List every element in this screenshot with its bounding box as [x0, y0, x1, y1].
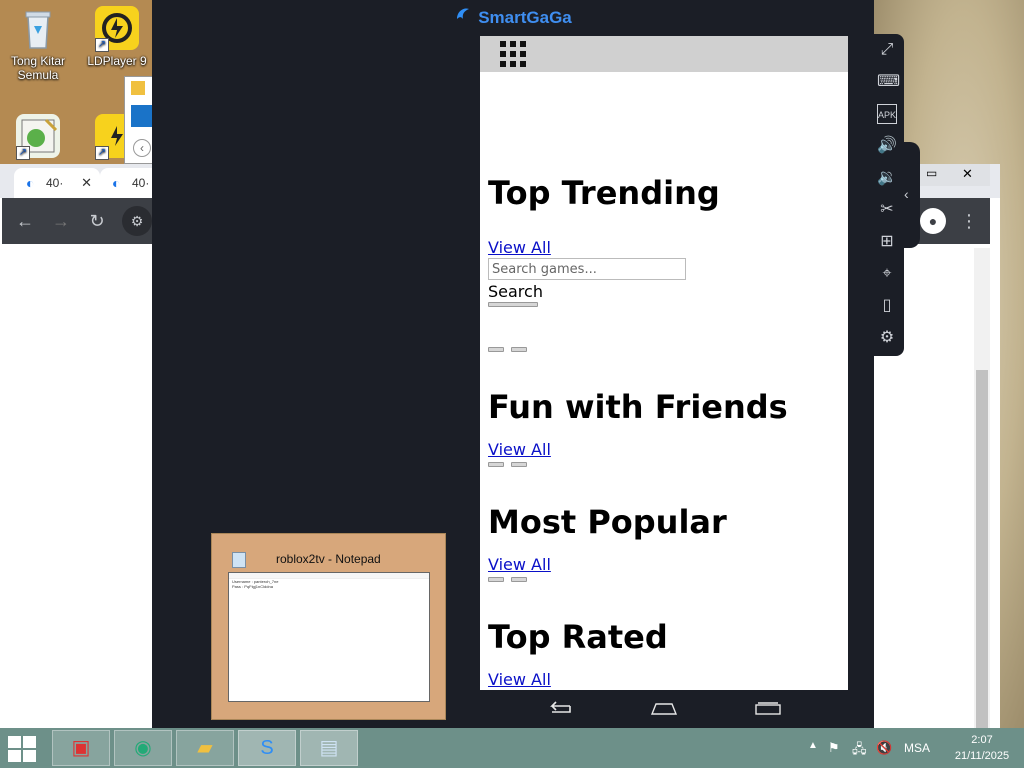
window-controls: ▭ ✕: [916, 164, 990, 186]
notepad-line: Pass : PqFtgj1nClddna: [232, 584, 273, 589]
shortcut-arrow-icon: ↗: [95, 146, 109, 160]
carousel-control[interactable]: [488, 302, 538, 307]
keyboard-icon[interactable]: ⌨: [877, 72, 900, 92]
back-icon[interactable]: ←: [14, 210, 36, 232]
carousel-prev-button[interactable]: [488, 347, 504, 352]
section-title-top-trending: Top Trending: [488, 174, 720, 212]
browser-globe-icon: ◉: [134, 737, 152, 759]
smartgaga-logo-icon: [454, 0, 472, 36]
scissors-icon[interactable]: ✂: [877, 200, 897, 220]
search-button[interactable]: Search: [488, 282, 840, 302]
clock-time: 2:07: [971, 734, 993, 746]
carousel-next-button[interactable]: [511, 462, 528, 467]
shake-icon[interactable]: ▯: [877, 296, 897, 316]
search-input[interactable]: [488, 258, 686, 280]
grid-menu-icon[interactable]: [500, 41, 526, 67]
scrollbar-thumb[interactable]: [976, 370, 988, 728]
emulator-titlebar: SmartGaGa: [152, 0, 874, 36]
taskbar-app-toolbox[interactable]: ▣: [52, 730, 110, 766]
reload-icon[interactable]: ↻: [86, 210, 108, 232]
browser-scrollbar[interactable]: [974, 248, 990, 728]
view-all-link-fun-with-friends[interactable]: View All: [488, 440, 840, 460]
view-all-link-top-rated[interactable]: View All: [488, 670, 840, 690]
back-icon[interactable]: [546, 700, 574, 721]
section-title-top-rated: Top Rated: [488, 618, 668, 656]
start-button[interactable]: [8, 736, 38, 762]
phone-screen: Top Trending View All Search Fun with Fr…: [480, 36, 848, 690]
site-header: [480, 36, 848, 72]
profile-icon[interactable]: ●: [920, 208, 946, 234]
recycle-bin-icon: [16, 6, 60, 50]
notepad-preview-thumbnail[interactable]: roblox2tv - Notepad Username : panteroh_…: [211, 533, 446, 720]
desktop-icon-ldplayer[interactable]: ↗ LDPlayer 9: [79, 6, 155, 68]
notepad-icon: [232, 552, 246, 568]
section-title-most-popular: Most Popular: [488, 503, 727, 541]
cheat-engine-icon: ↗: [16, 114, 60, 160]
clock-date: 21/11/2025: [954, 750, 1010, 762]
volume-down-icon[interactable]: 🔉: [877, 168, 897, 188]
taskbar-app-smartgaga[interactable]: S: [238, 730, 296, 766]
browser-tab[interactable]: ◐ 40· ✕: [14, 168, 100, 198]
more-icon[interactable]: ⋮: [958, 210, 980, 232]
taskbar: ▣ ◉ ▰ S ▤ ▲ ⚑ 🖧 🔇 MSA 2:07 21/11/2025: [0, 728, 1024, 768]
file-explorer-icon: ▰: [197, 737, 213, 759]
desktop-icon-label: Tong Kitar Semula: [10, 54, 66, 82]
carousel-next-button[interactable]: [511, 347, 528, 352]
tab-label: 40·: [132, 176, 150, 190]
section-title-fun-with-friends: Fun with Friends: [488, 388, 788, 426]
input-language-indicator[interactable]: MSA: [904, 741, 930, 755]
notepad-preview-title: roblox2tv - Notepad: [276, 552, 381, 566]
desktop-icon-label: LDPlayer 9: [87, 54, 147, 68]
ldplayer-icon: ↗: [95, 6, 139, 52]
android-nav-bar: [480, 690, 848, 728]
apk-install-icon[interactable]: APK: [877, 104, 897, 124]
clock[interactable]: 2:07 21/11/2025: [946, 732, 1018, 764]
location-icon[interactable]: ⌖: [877, 264, 897, 284]
loading-icon: ◐: [26, 175, 35, 191]
folder-icon: [131, 81, 145, 95]
notepad-preview-window: Username : panteroh_7ne Pass : PqFtgj1nC…: [228, 572, 430, 702]
add-window-icon[interactable]: ⊞: [877, 232, 897, 252]
smartgaga-icon: S: [260, 737, 274, 759]
carousel-next-button[interactable]: [511, 577, 528, 582]
close-window-icon[interactable]: ✕: [962, 166, 973, 182]
restore-icon[interactable]: ▭: [926, 166, 937, 180]
desktop-icon-cheat-engine[interactable]: ↗: [0, 114, 76, 162]
volume-up-icon[interactable]: 🔊: [877, 136, 897, 156]
background-dialog-window: ‹: [124, 76, 154, 164]
forward-icon[interactable]: →: [50, 210, 72, 232]
taskbar-app-file-explorer[interactable]: ▰: [176, 730, 234, 766]
home-icon[interactable]: [650, 700, 678, 721]
site-settings-icon[interactable]: ⚙: [122, 206, 152, 236]
desktop-icon-recycle-bin[interactable]: Tong Kitar Semula: [0, 6, 76, 82]
taskbar-app-browser[interactable]: ◉: [114, 730, 172, 766]
view-all-link-most-popular[interactable]: View All: [488, 555, 840, 575]
carousel-prev-button[interactable]: [488, 462, 504, 467]
fullscreen-icon[interactable]: ⤢: [877, 40, 897, 60]
page-content: Top Trending View All Search Fun with Fr…: [480, 72, 848, 690]
settings-icon[interactable]: ⚙: [877, 328, 897, 348]
notepad-icon: ▤: [319, 737, 339, 759]
action-center-flag-icon[interactable]: ⚑: [828, 740, 840, 756]
emulator-title: SmartGaGa: [478, 8, 572, 27]
show-hidden-icons-chevron-icon[interactable]: ▲: [808, 740, 818, 751]
back-icon[interactable]: ‹: [133, 139, 151, 157]
emulator-side-panel: ⤢ ⌨ APK 🔊 🔉 ✂ ⊞ ⌖ ▯ ⚙: [870, 34, 904, 356]
chevron-left-icon[interactable]: ‹: [904, 186, 909, 202]
carousel-prev-button[interactable]: [488, 577, 504, 582]
taskbar-app-notepad[interactable]: ▤: [300, 730, 358, 766]
shortcut-arrow-icon: ↗: [95, 38, 109, 52]
tab-label: 40·: [46, 176, 64, 190]
dialog-selected-row: [131, 105, 153, 127]
recent-apps-icon[interactable]: [754, 700, 782, 721]
network-icon[interactable]: 🖧: [852, 740, 867, 762]
volume-muted-icon[interactable]: 🔇: [876, 740, 892, 756]
view-all-link-top-trending[interactable]: View All: [488, 238, 840, 258]
loading-icon: ◐: [112, 175, 121, 191]
toolbox-icon: ▣: [71, 737, 91, 759]
shortcut-arrow-icon: ↗: [16, 146, 30, 160]
close-tab-icon[interactable]: ✕: [81, 175, 92, 191]
